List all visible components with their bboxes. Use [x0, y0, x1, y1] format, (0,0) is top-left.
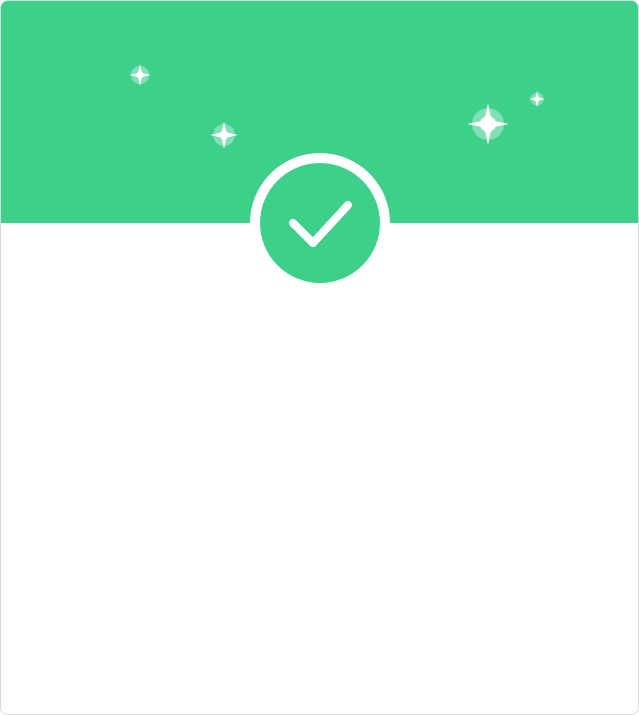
success-badge-ring: [250, 153, 390, 293]
sparkle-icon: [466, 102, 510, 146]
sparkle-icon: [209, 120, 239, 150]
success-badge: [260, 163, 380, 283]
card-body: [1, 223, 638, 714]
checkmark-icon: [260, 163, 380, 283]
sparkle-icon: [528, 90, 546, 108]
success-card: [0, 0, 639, 715]
sparkle-icon: [128, 63, 152, 87]
